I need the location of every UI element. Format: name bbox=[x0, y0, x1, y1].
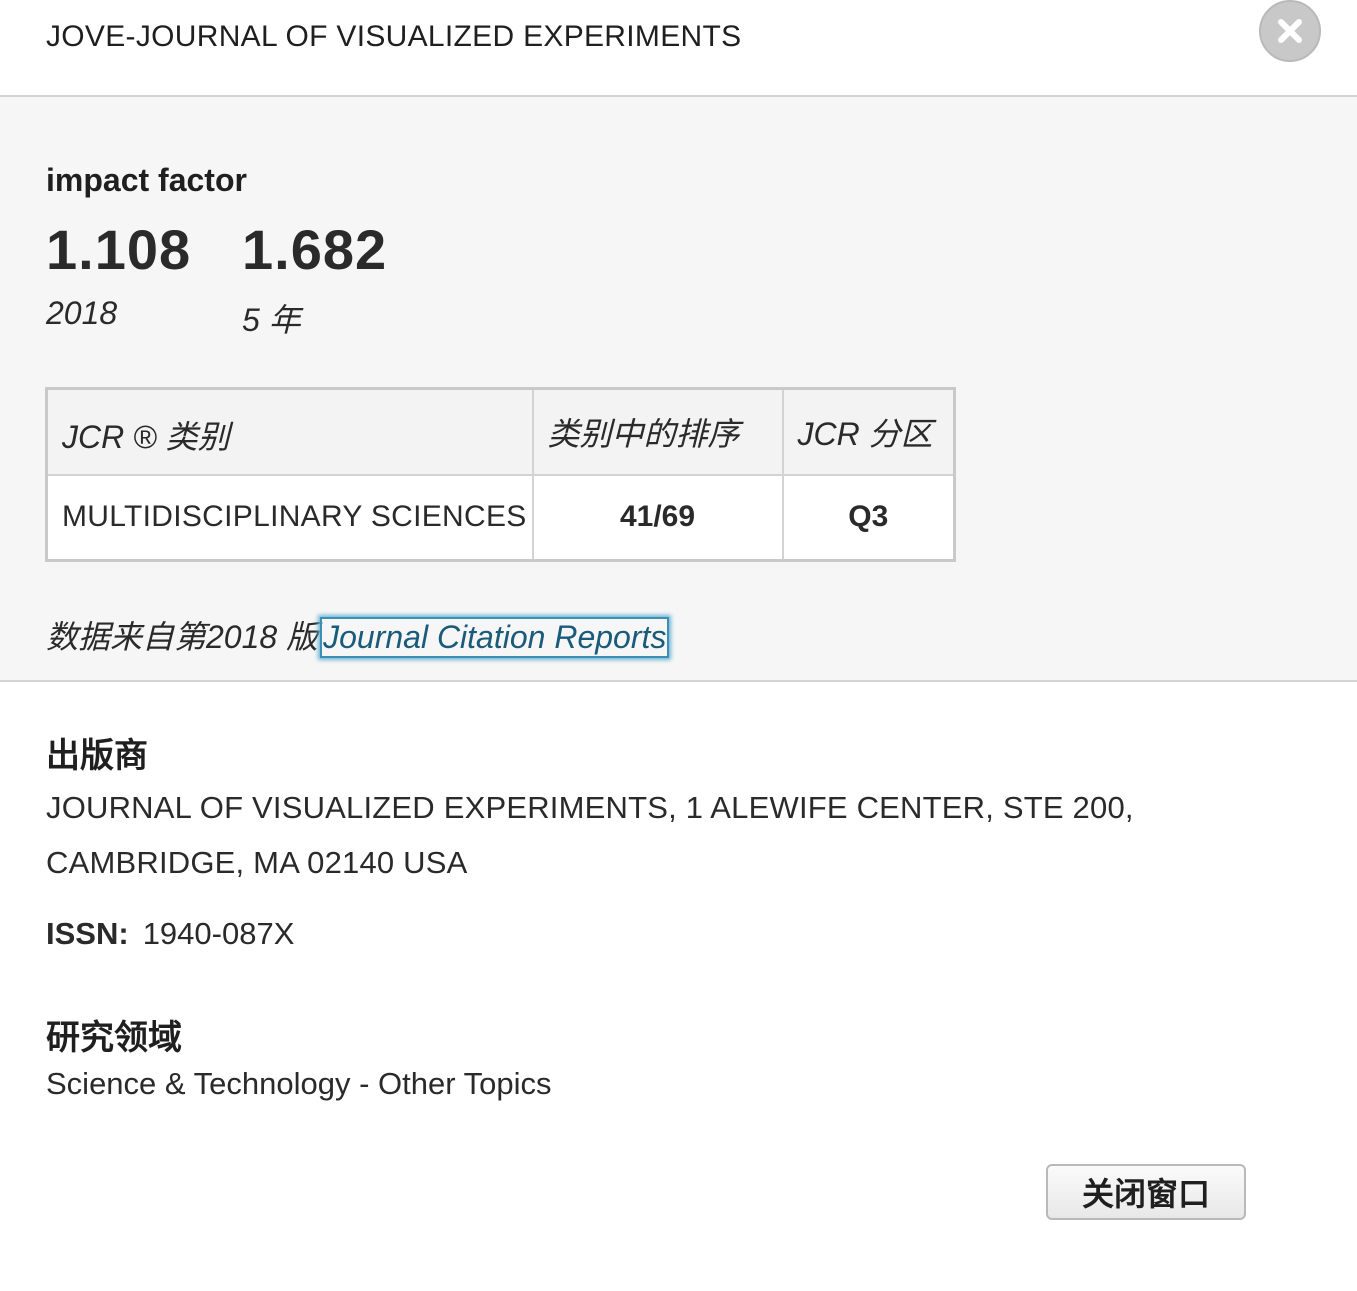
jcr-rank-cell: 41/69 bbox=[531, 473, 784, 562]
metrics-panel: impact factor 1.108 2018 1.682 5 年 JCR ®… bbox=[0, 97, 1357, 682]
data-source-line: 数据来自第2018 版 Journal Citation Reports bbox=[46, 612, 670, 658]
close-icon bbox=[1278, 19, 1302, 43]
jcr-table: JCR ® 类别 类别中的排序 JCR 分区 MULTIDISCIPLINARY… bbox=[45, 387, 956, 562]
jcr-table-header-row: JCR ® 类别 类别中的排序 JCR 分区 bbox=[45, 387, 956, 476]
jcr-link[interactable]: Journal Citation Reports bbox=[320, 617, 670, 658]
jcr-category-header: JCR ® 类别 bbox=[45, 387, 534, 476]
table-row: MULTIDISCIPLINARY SCIENCES 41/69 Q3 bbox=[45, 473, 956, 562]
impact-factor-label: impact factor bbox=[46, 162, 247, 198]
jcr-quartile-header: JCR 分区 bbox=[781, 387, 956, 476]
data-source-prefix: 数据来自第2018 版 bbox=[46, 619, 319, 655]
impact-factor-value: 1.108 bbox=[46, 218, 192, 281]
publisher-heading: 出版商 bbox=[46, 737, 148, 775]
close-window-button[interactable]: 关闭窗口 bbox=[1046, 1164, 1246, 1220]
issn-line: ISSN: 1940-087X bbox=[46, 916, 294, 952]
issn-value: 1940-087X bbox=[142, 916, 295, 951]
five-year-impact-caption: 5 年 bbox=[242, 302, 301, 338]
publisher-address: JOURNAL OF VISUALIZED EXPERIMENTS, 1 ALE… bbox=[46, 790, 1134, 880]
research-area-value: Science & Technology - Other Topics bbox=[46, 1066, 552, 1101]
dialog-header: JOVE-JOURNAL OF VISUALIZED EXPERIMENTS bbox=[0, 0, 1357, 97]
close-button[interactable] bbox=[1259, 0, 1321, 62]
journal-title: JOVE-JOURNAL OF VISUALIZED EXPERIMENTS bbox=[46, 20, 742, 53]
issn-label: ISSN: bbox=[46, 916, 129, 951]
impact-factor-year: 2018 bbox=[46, 295, 118, 331]
jcr-category-cell: MULTIDISCIPLINARY SCIENCES bbox=[45, 473, 534, 562]
details-panel: 出版商 JOURNAL OF VISUALIZED EXPERIMENTS, 1… bbox=[0, 684, 1357, 1291]
jcr-quartile-cell: Q3 bbox=[781, 473, 956, 562]
jcr-rank-header: 类别中的排序 bbox=[531, 387, 784, 476]
research-area-heading: 研究领域 bbox=[46, 1019, 182, 1057]
five-year-impact-value: 1.682 bbox=[242, 218, 388, 281]
